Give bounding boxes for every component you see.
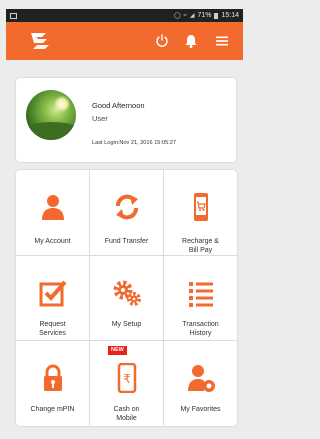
greeting-text: Good Afternoon [92,101,145,110]
battery-icon [214,12,219,19]
phone-cart-icon [194,193,208,221]
tile-request-services[interactable]: Request Services [16,256,89,341]
bank-logo[interactable] [28,30,54,52]
refresh-arrows-icon [116,194,138,220]
person-star-icon [188,365,215,392]
tile-label-line2: Mobile [116,415,137,422]
notification-icon [10,12,17,19]
tile-label-line2: History [189,330,212,337]
tile-my-account[interactable]: My Account [16,170,89,255]
mute-icon: ◯ [173,13,181,19]
lock-icon [44,364,62,391]
tile-label: My Account [34,238,71,245]
tile-label: Change mPIN [30,406,75,413]
tile-label: Fund Transfer [104,238,149,245]
tile-fund-transfer[interactable]: Fund Transfer [90,170,163,255]
status-bar: ◯ ≈ ◢ 71% 15:14 [6,9,243,22]
tile-label-line2: Bill Pay [188,247,213,254]
username-text: User [92,114,108,123]
power-icon[interactable] [154,33,170,49]
rupee-phone-icon: ₹ [117,363,137,393]
tile-label: Transaction [182,321,219,328]
gears-icon [113,280,141,306]
wifi-icon: ≈ [183,12,187,19]
tile-cash-on-mobile[interactable]: NEW ₹ Cash on Mobile [90,341,163,426]
svg-text:₹: ₹ [123,372,131,386]
menu-icon[interactable] [214,33,230,49]
last-login-text: Last Login:Nov 21, 2016 15:05:27 [92,140,176,146]
tile-label: My Setup [111,321,142,328]
app-bar [6,22,243,60]
tile-label: My Favorites [180,406,221,413]
tile-transaction-history[interactable]: Transaction History [164,256,237,341]
list-icon [189,282,213,307]
profile-card: Good Afternoon User Last Login:Nov 21, 2… [16,78,236,162]
tile-label: Request [39,321,66,328]
tile-label: Cash on [113,406,140,413]
tile-label-line2: Services [39,330,66,337]
tile-my-setup[interactable]: My Setup [90,256,163,341]
avatar[interactable] [26,90,76,140]
phone-screen: ◯ ≈ ◢ 71% 15:14 Good Afternoon User Last… [0,0,247,439]
bell-icon[interactable] [183,33,199,49]
clock: 15:14 [221,12,239,19]
battery-level: 71% [197,12,212,19]
checkbox-pencil-icon [39,280,67,307]
tile-recharge-bill-pay[interactable]: Recharge & Bill Pay [164,170,237,255]
tile-change-mpin[interactable]: Change mPIN [16,341,89,426]
menu-grid: My Account Fund Transfer Recharge & Bill… [16,170,237,426]
signal-icon: ◢ [189,13,195,19]
tile-my-favorites[interactable]: My Favorites [164,341,237,426]
person-icon [42,195,64,220]
tile-label: Recharge & [182,238,219,245]
new-badge: NEW [108,346,127,355]
